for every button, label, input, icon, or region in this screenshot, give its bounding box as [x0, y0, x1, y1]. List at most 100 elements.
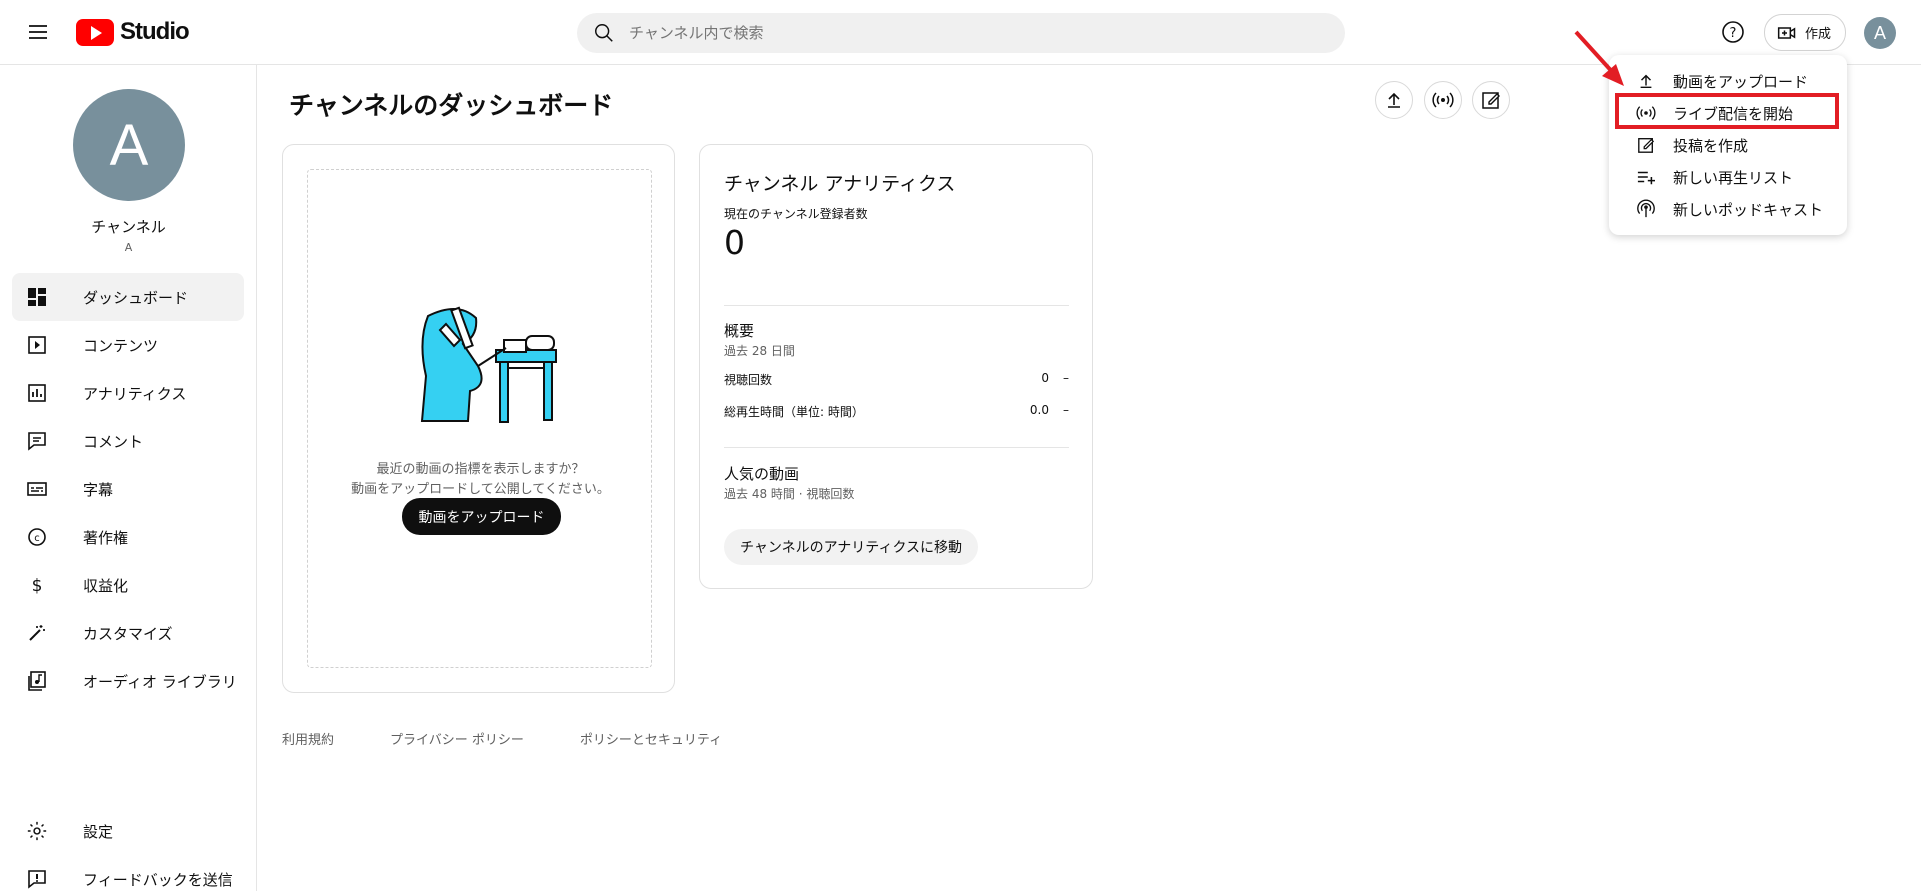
edit-post-icon: [1635, 134, 1657, 156]
create-post-button[interactable]: [1472, 81, 1510, 119]
menu-item-label: 新しい再生リスト: [1673, 168, 1794, 187]
footer-links: 利用規約 プライバシー ポリシー ポリシーとセキュリティ: [282, 729, 778, 748]
feedback-icon: [25, 867, 49, 891]
menu-item-label: 投稿を作成: [1673, 136, 1749, 155]
copyright-icon: c: [25, 525, 49, 549]
create-button[interactable]: 作成: [1764, 14, 1846, 51]
stat-label: 視聴回数: [724, 373, 773, 387]
sidebar-item-audio-library[interactable]: オーディオ ライブラリ: [12, 657, 244, 705]
sidebar-item-label: コメント: [83, 432, 144, 451]
analytics-title: チャンネル アナリティクス: [724, 173, 956, 195]
stat-row-views: 視聴回数 0 –: [724, 371, 1069, 388]
channel-handle: A: [124, 241, 133, 254]
sidebar-item-label: 字幕: [83, 480, 114, 499]
subtitles-icon: [25, 477, 49, 501]
sidebar-item-label: 設定: [83, 822, 114, 841]
menu-item-new-podcast[interactable]: 新しいポッドキャスト: [1609, 193, 1847, 225]
logo-text: Studio: [120, 18, 190, 45]
sidebar-item-customize[interactable]: カスタマイズ: [12, 609, 244, 657]
sidebar-item-label: カスタマイズ: [83, 624, 173, 643]
subscribers-label: 現在のチャンネル登録者数: [724, 207, 868, 221]
go-to-analytics-button[interactable]: チャンネルのアナリティクスに移動: [724, 529, 979, 565]
sidebar-item-analytics[interactable]: アナリティクス: [12, 369, 244, 417]
playlist-add-icon: [1635, 166, 1657, 188]
customize-icon: [25, 621, 49, 645]
upload-video-button[interactable]: [1375, 81, 1413, 119]
summary-period: 過去 28 日間: [724, 344, 795, 358]
channel-name: チャンネル: [91, 218, 166, 236]
monetization-icon: $: [25, 573, 49, 597]
create-button-label: 作成: [1805, 27, 1832, 42]
channel-analytics-card: チャンネル アナリティクス 現在のチャンネル登録者数 0 概要 過去 28 日間…: [699, 144, 1093, 589]
stat-value: 0: [1041, 371, 1049, 385]
stat-trend: –: [1063, 403, 1069, 417]
studio-logo[interactable]: Studio: [76, 16, 190, 48]
menu-item-new-playlist[interactable]: 新しい再生リスト: [1609, 161, 1847, 193]
red-arrow-annotation: [1574, 30, 1624, 86]
analytics-icon: [25, 381, 49, 405]
upload-prompt-line2: 動画をアップロードして公開してください。: [351, 482, 610, 497]
comment-icon: [25, 429, 49, 453]
upload-prompt-line1: 最近の動画の指標を表示しますか？: [376, 462, 585, 477]
channel-avatar[interactable]: A: [73, 89, 185, 201]
menu-item-create-post[interactable]: 投稿を作成: [1609, 129, 1847, 161]
sidebar-item-label: 著作権: [83, 528, 129, 547]
youtube-play-icon: [76, 18, 114, 46]
menu-item-label: 新しいポッドキャスト: [1673, 200, 1824, 219]
account-avatar[interactable]: A: [1864, 17, 1896, 49]
stat-value: 0.0: [1029, 403, 1049, 417]
go-live-button[interactable]: [1424, 81, 1462, 119]
sidebar-item-comments[interactable]: コメント: [12, 417, 244, 465]
sidebar: A チャンネル A ダッシュボード コンテンツ アナリティクス コメント 字幕 …: [0, 65, 257, 891]
gear-icon: [25, 819, 49, 843]
hamburger-menu-icon[interactable]: [26, 20, 50, 44]
create-video-icon: [1777, 26, 1796, 39]
sidebar-item-label: コンテンツ: [83, 336, 159, 355]
svg-text:c: c: [34, 533, 40, 544]
sidebar-item-copyright[interactable]: c 著作権: [12, 513, 244, 561]
search-bar[interactable]: [577, 13, 1345, 53]
upload-icon: [1635, 70, 1657, 92]
stat-row-watch-time: 総再生時間（単位: 時間） 0.0 –: [724, 403, 1069, 420]
sidebar-item-label: アナリティクス: [83, 384, 187, 403]
divider: [724, 447, 1069, 448]
search-input[interactable]: [629, 24, 1309, 42]
sidebar-item-label: オーディオ ライブラリ: [83, 672, 237, 691]
sidebar-item-settings[interactable]: 設定: [12, 807, 244, 855]
popular-videos-period: 過去 48 時間 · 視聴回数: [724, 487, 855, 501]
footer-link-policy-security[interactable]: ポリシーとセキュリティ: [580, 729, 722, 748]
footer-link-terms[interactable]: 利用規約: [282, 729, 334, 748]
podcast-icon: [1635, 198, 1657, 220]
sidebar-item-label: 収益化: [83, 576, 129, 595]
divider: [724, 305, 1069, 306]
sidebar-item-feedback[interactable]: フィードバックを送信: [12, 855, 244, 891]
sidebar-item-subtitles[interactable]: 字幕: [12, 465, 244, 513]
stat-trend: –: [1063, 371, 1069, 385]
help-icon[interactable]: ?: [1720, 19, 1746, 45]
menu-item-label: 動画をアップロード: [1673, 72, 1809, 91]
sidebar-item-dashboard[interactable]: ダッシュボード: [12, 273, 244, 321]
upload-illustration: [420, 306, 557, 423]
search-icon: [595, 24, 613, 42]
upload-video-cta-button[interactable]: 動画をアップロード: [402, 498, 561, 535]
sidebar-item-content[interactable]: コンテンツ: [12, 321, 244, 369]
live-icon: [1432, 92, 1454, 108]
footer-link-privacy[interactable]: プライバシー ポリシー: [390, 729, 524, 748]
upload-prompt: 最近の動画の指標を表示しますか？ 動画をアップロードして公開してください。: [308, 460, 653, 500]
svg-text:$: $: [32, 576, 43, 595]
audio-library-icon: [25, 669, 49, 693]
dashboard-icon: [25, 285, 49, 309]
popular-videos-title: 人気の動画: [724, 465, 800, 483]
page-title: チャンネルのダッシュボード: [289, 91, 614, 120]
edit-post-icon: [1482, 92, 1500, 109]
sidebar-item-monetization[interactable]: $ 収益化: [12, 561, 244, 609]
sidebar-item-label: ダッシュボード: [83, 288, 189, 307]
summary-title: 概要: [724, 322, 755, 340]
highlight-box: [1615, 93, 1839, 129]
content-icon: [25, 333, 49, 357]
sidebar-item-label: フィードバックを送信: [83, 870, 233, 889]
stat-label: 総再生時間（単位: 時間）: [724, 405, 864, 419]
upload-dropzone[interactable]: 最近の動画の指標を表示しますか？ 動画をアップロードして公開してください。 動画…: [307, 169, 652, 668]
upload-icon: [1388, 92, 1400, 108]
upload-video-card: 最近の動画の指標を表示しますか？ 動画をアップロードして公開してください。 動画…: [282, 144, 675, 693]
